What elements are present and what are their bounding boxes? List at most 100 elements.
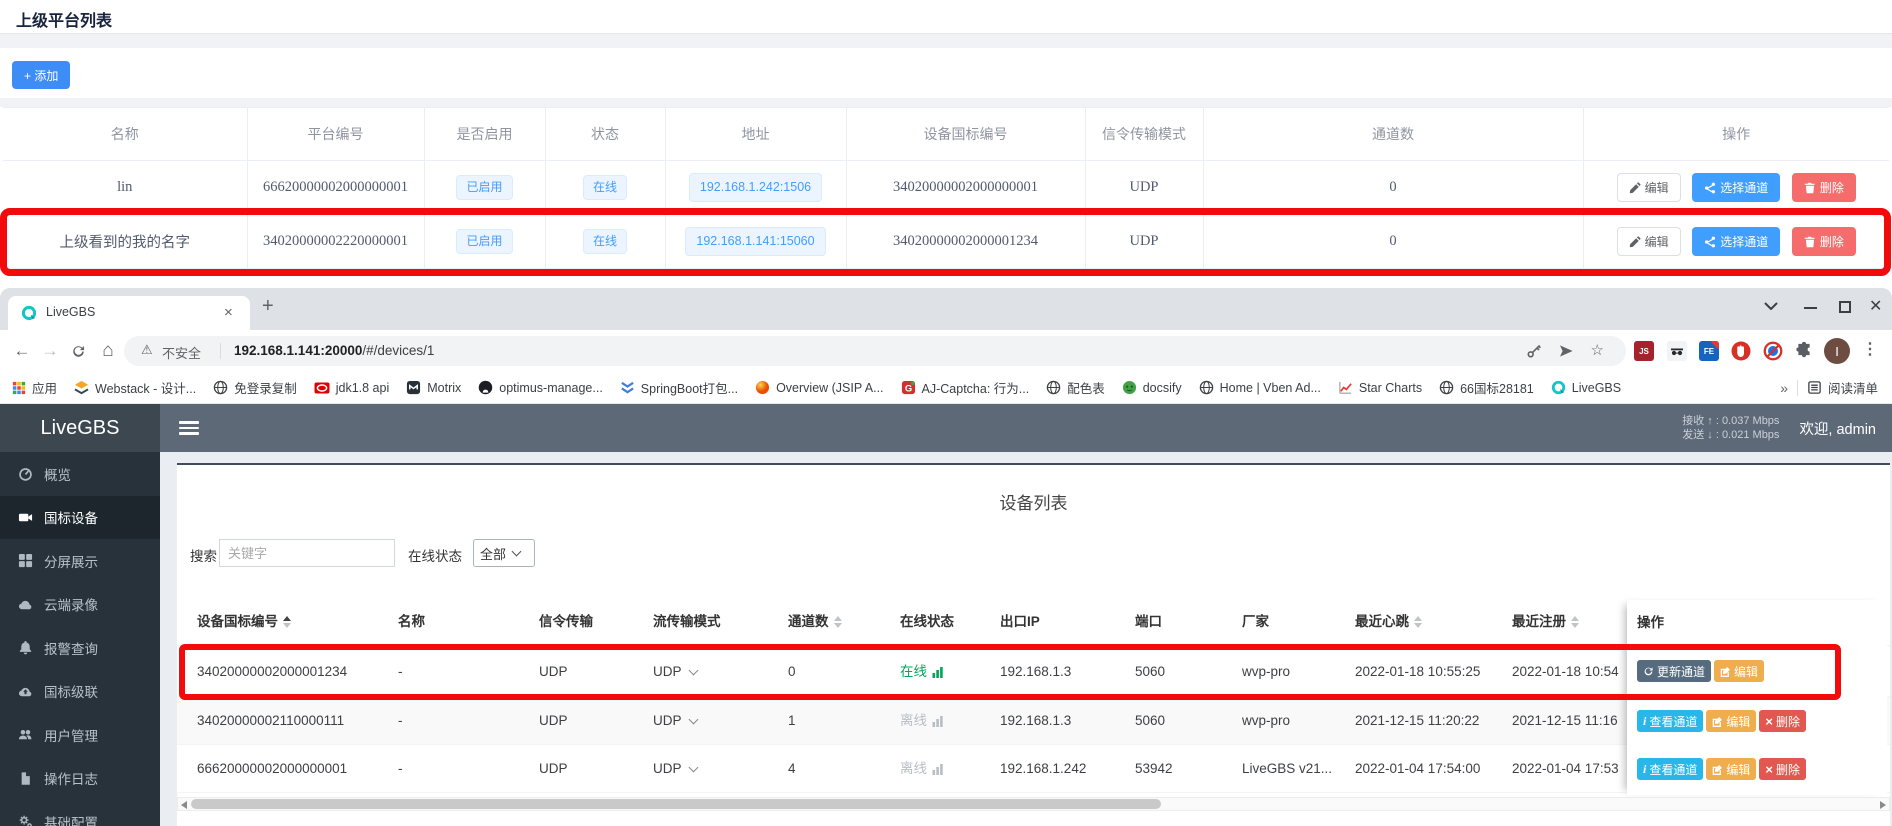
sort-icon[interactable] (283, 616, 291, 628)
col-channels[interactable]: 通道数 (788, 598, 842, 646)
select-channel-button[interactable]: 选择通道 (1692, 227, 1780, 256)
cell-online-status[interactable]: 离线 (900, 697, 944, 745)
sidebar-item-overview[interactable]: 概览 (0, 452, 160, 496)
forward-icon[interactable]: → (38, 339, 62, 363)
delete-button[interactable]: ×删除 (1759, 758, 1806, 780)
window-minimize-button[interactable] (1804, 307, 1817, 309)
bookmark-docsify[interactable]: docsify (1122, 380, 1182, 395)
edit-button[interactable]: 编辑 (1714, 660, 1764, 682)
password-key-icon[interactable] (1526, 343, 1542, 359)
home-icon[interactable]: ⌂ (96, 339, 120, 363)
select-channel-button[interactable]: 选择通道 (1692, 173, 1780, 202)
captcha-icon: G (901, 380, 916, 395)
cell-stream-dropdown[interactable]: UDP (653, 697, 697, 745)
bookmark-webstack[interactable]: Webstack - 设计... (74, 378, 196, 397)
sidebar-item-alarm-query[interactable]: 报警查询 (0, 626, 160, 670)
bookmark-livegbs[interactable]: LiveGBS (1551, 380, 1621, 395)
not-secure-warning-icon[interactable]: ⚠ (141, 342, 153, 358)
delete-button[interactable]: 删除 (1792, 173, 1856, 202)
bookmark-copy[interactable]: 免登录复制 (213, 378, 297, 397)
scroll-left-arrow[interactable] (181, 801, 187, 809)
address-bar[interactable]: ⚠ 不安全 192.168.1.141:20000/#/devices/1 ☆ (124, 336, 1626, 366)
sort-icon[interactable] (834, 616, 842, 628)
online-status-select[interactable]: 全部 (473, 539, 535, 567)
cell-online-status[interactable]: 在线 (900, 646, 944, 697)
edit-button[interactable]: 编辑 (1617, 173, 1681, 202)
browser-menu-icon[interactable]: ⋮ (1862, 339, 1878, 359)
window-maximize-button[interactable] (1839, 301, 1851, 313)
bookmark-star-icon[interactable]: ☆ (1591, 341, 1604, 359)
scrollbar-thumb[interactable] (191, 799, 1161, 809)
bookmark-star-charts[interactable]: Star Charts (1338, 380, 1422, 395)
extension-fe-icon[interactable]: FE (1699, 341, 1719, 361)
bookmark-motrix[interactable]: Motrix (406, 380, 461, 395)
send-icon[interactable] (1558, 343, 1574, 359)
bookmark-optimus[interactable]: optimus-manage... (478, 380, 603, 395)
app-logo[interactable]: LiveGBS (0, 404, 160, 452)
col-heartbeat[interactable]: 最近心跳 (1355, 598, 1422, 646)
sidebar-item-basic-config[interactable]: 基础配置 (0, 800, 160, 826)
new-tab-button[interactable]: + (262, 295, 274, 318)
cell-enabled: 已启用 (424, 161, 545, 215)
bookmark-aj-captcha[interactable]: GAJ-Captcha: 行为... (901, 378, 1030, 397)
scroll-right-arrow[interactable] (1880, 801, 1886, 809)
extension-spy-icon[interactable] (1667, 341, 1687, 361)
sidebar-item-operation-log[interactable]: 操作日志 (0, 757, 160, 801)
cell-stream-dropdown[interactable]: UDP (653, 646, 697, 697)
extension-js-icon[interactable]: JS (1634, 341, 1654, 361)
bookmark-gb28181[interactable]: 66国标28181 (1439, 378, 1534, 397)
sidebar-toggle-icon[interactable] (179, 421, 199, 435)
view-channels-button[interactable]: i查看通道 (1637, 710, 1703, 732)
view-channels-button[interactable]: i查看通道 (1637, 758, 1703, 780)
col-registered[interactable]: 最近注册 (1512, 598, 1579, 646)
update-channels-button[interactable]: 更新通道 (1637, 660, 1711, 682)
page-title: 上级平台列表 (16, 7, 112, 31)
bookmark-overview-jsip[interactable]: Overview (JSIP A... (755, 380, 883, 395)
horizontal-scrollbar[interactable] (177, 797, 1890, 811)
sort-icon[interactable] (1414, 616, 1422, 628)
sort-icon[interactable] (1571, 616, 1579, 628)
cell-online-status[interactable]: 离线 (900, 745, 944, 793)
extensions-puzzle-icon[interactable] (1795, 341, 1815, 361)
tab-search-chevron-icon[interactable] (1764, 302, 1778, 310)
bookmark-apps[interactable]: 应用 (12, 378, 57, 397)
chevron-down-icon (688, 763, 698, 773)
browser-tab[interactable]: LiveGBS × (8, 296, 250, 330)
platform-table-wrap: 名称 平台编号 是否启用 状态 地址 设备国标编号 信令传输模式 通道数 操作 … (0, 107, 1892, 268)
window-close-button[interactable]: ✕ (1869, 299, 1882, 315)
back-icon[interactable]: ← (10, 339, 34, 363)
add-button[interactable]: + 添加 (12, 61, 70, 89)
reading-list-button[interactable]: 阅读清单 (1807, 378, 1878, 397)
bookmark-springboot[interactable]: SpringBoot打包... (620, 378, 738, 397)
delete-button[interactable]: ×删除 (1759, 710, 1806, 732)
bookmark-jdk-api[interactable]: jdk1.8 api (314, 380, 390, 396)
grid-icon (18, 553, 33, 568)
search-label: 搜索 (190, 545, 217, 565)
sidebar-item-gb-cascade[interactable]: 国标级联 (0, 670, 160, 714)
search-input[interactable] (219, 539, 395, 567)
col-device-id[interactable]: 设备国标编号 (197, 598, 291, 646)
livegbs-favicon-icon (1551, 380, 1566, 395)
reload-icon[interactable] (66, 339, 90, 363)
extension-disabled-icon[interactable] (1763, 341, 1783, 361)
globe-icon (213, 380, 228, 395)
sidebar-item-gb-devices[interactable]: 国标设备 (0, 496, 160, 540)
welcome-user[interactable]: 欢迎, admin (1799, 418, 1876, 439)
extension-stop-hand-icon[interactable] (1731, 341, 1751, 361)
browser-profile-avatar[interactable]: I (1824, 338, 1850, 364)
edit-button[interactable]: 编辑 (1617, 227, 1681, 256)
bookmark-palette[interactable]: 配色表 (1046, 378, 1105, 397)
sidebar-item-cloud-recording[interactable]: 云端录像 (0, 583, 160, 627)
content-area: 设备列表 搜索 在线状态 全部 设备国标编号 名称 信令传输 流传输模式 通道数… (160, 452, 1892, 826)
bookmark-vben[interactable]: Home | Vben Ad... (1199, 380, 1321, 395)
edit-button[interactable]: 编辑 (1706, 710, 1756, 732)
edit-button[interactable]: 编辑 (1706, 758, 1756, 780)
delete-button[interactable]: 删除 (1792, 227, 1856, 256)
sidebar-item-split-screen[interactable]: 分屏展示 (0, 539, 160, 583)
cell-stream-dropdown[interactable]: UDP (653, 745, 697, 793)
sidebar-item-user-management[interactable]: 用户管理 (0, 713, 160, 757)
col-online-status: 在线状态 (900, 598, 954, 646)
cell-registered: 2021-12-15 11:16 (1512, 697, 1618, 745)
bookmarks-overflow-chevrons[interactable]: » (1780, 380, 1788, 396)
tab-close-icon[interactable]: × (224, 304, 233, 321)
